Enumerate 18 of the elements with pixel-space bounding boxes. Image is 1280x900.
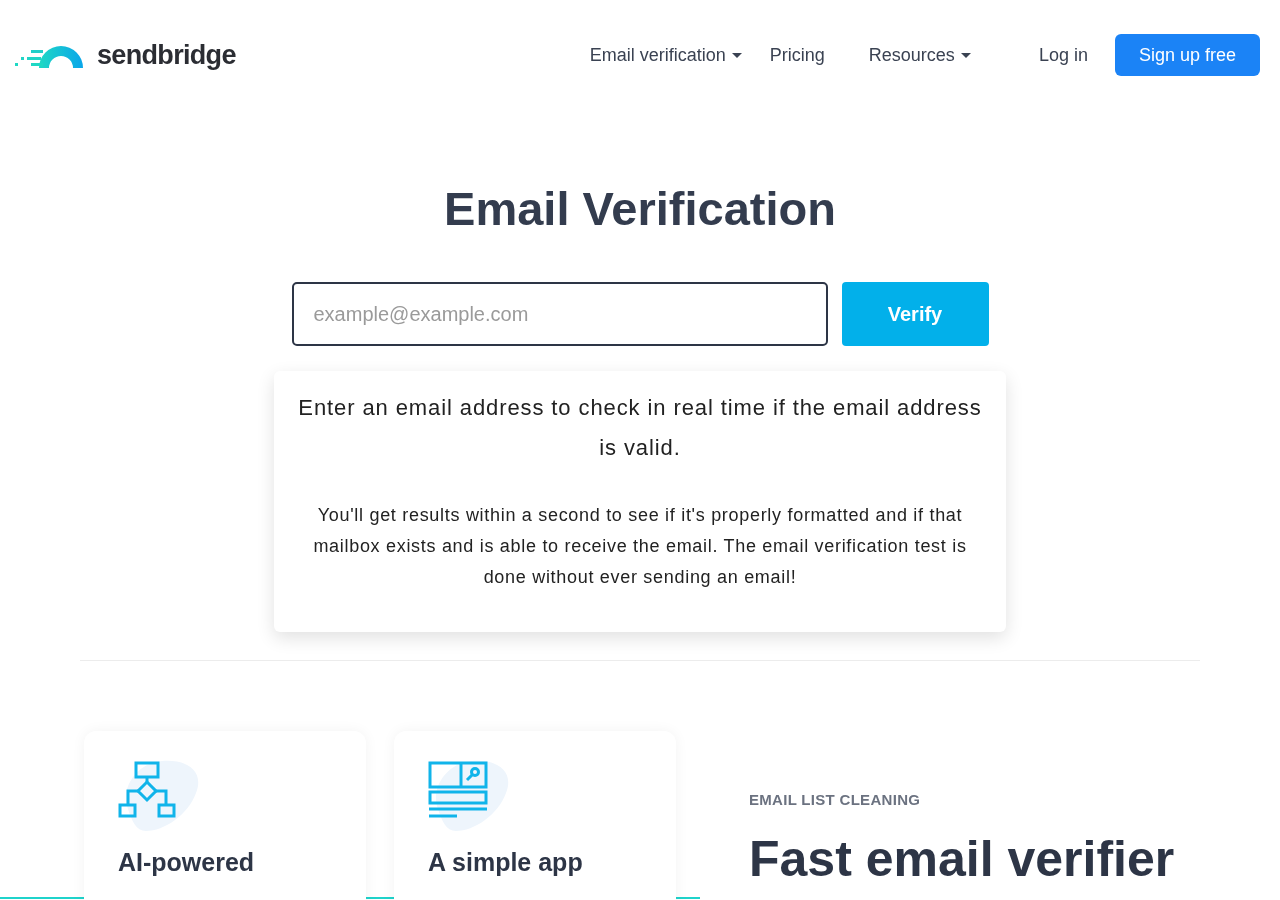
lead-text: Enter an email address to check in real time if the email address is valid. <box>297 394 983 462</box>
feature-title: AI-powered <box>118 847 255 877</box>
section-heading: Fast email verifier <box>749 829 1175 888</box>
feature-title: A simple app <box>428 847 583 877</box>
body-text: You'll get results within a second to see if it's properly formatted and if that mailbox exists and is able to receive the email. The email verification test is done without ever sending an email! <box>312 504 968 589</box>
nav-link[interactable]: Email verification <box>589 41 742 69</box>
nav-link[interactable]: Resources <box>868 41 971 69</box>
nav-link[interactable]: Pricing <box>769 41 825 69</box>
flowchart-icon <box>118 759 200 833</box>
caret-icon <box>960 52 971 58</box>
caret-icon <box>731 52 742 58</box>
signup-button[interactable]: Sign up free <box>1114 34 1260 76</box>
app-window-icon <box>428 759 510 833</box>
logo-wordmark[interactable]: sendbridge <box>97 34 236 76</box>
email-field[interactable]: example@example.com <box>291 282 828 346</box>
page-title: Email Verification <box>444 181 836 237</box>
login-link[interactable]: Log in <box>1038 41 1088 69</box>
section-eyebrow: EMAIL LIST CLEANING <box>749 790 921 810</box>
